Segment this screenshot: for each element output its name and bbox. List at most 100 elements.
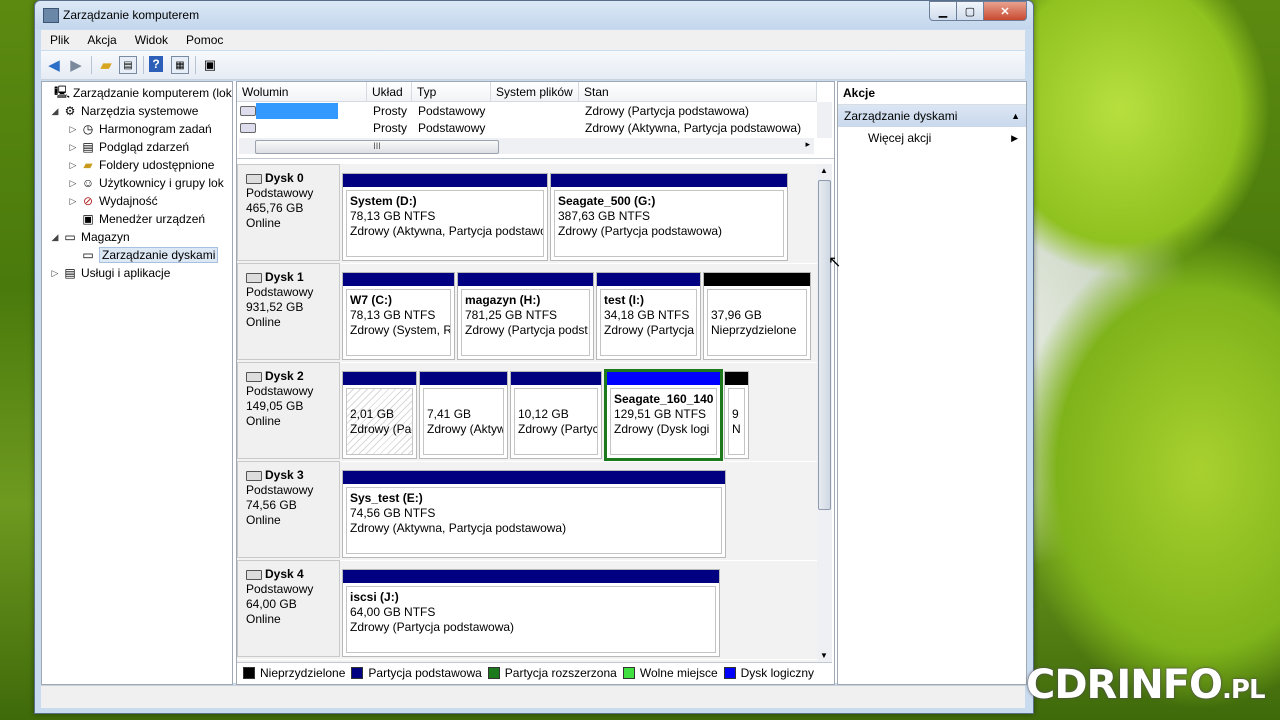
disk-map-vscrollbar[interactable]: ▲ ▼	[817, 164, 832, 662]
disk-icon	[246, 569, 262, 580]
minimize-button[interactable]: ▁	[929, 1, 957, 21]
collapsed-arrow-icon[interactable]: ▷	[68, 160, 78, 171]
collapse-arrow-icon[interactable]: ▲	[1011, 105, 1020, 127]
vscroll-thumb[interactable]	[818, 180, 831, 510]
tools-icon: ⚙	[64, 104, 76, 118]
disk-info[interactable]: Dysk 2 Podstawowy 149,05 GB Online	[237, 362, 340, 459]
logical-drive-block[interactable]: Seagate_160_140 129,51 GB NTFS Zdrowy (Dys…	[604, 369, 723, 461]
column-type[interactable]: Typ	[412, 82, 491, 102]
tree-item-local-users[interactable]: ▷ ☺ Użytkownicy i grupy lok	[68, 174, 224, 192]
column-filesystem[interactable]: System plików	[491, 82, 579, 102]
hscroll-thumb[interactable]: III	[255, 140, 499, 154]
disk-icon	[246, 173, 262, 184]
legend-item: Dysk logiczny	[723, 666, 814, 680]
device-manager-icon: ▣	[82, 212, 94, 226]
toolbar: ◀ ▶ ▰ ▤ ? ▦ ▣	[41, 51, 1025, 80]
console-tree: 🖳 Zarządzanie komputerem (loka ◢ ⚙ Narzędzi…	[41, 81, 233, 685]
menu-action[interactable]: Akcja	[78, 33, 125, 47]
legend-item: Partycja rozszerzona	[487, 666, 617, 680]
volume-list-vscrollbar[interactable]	[817, 102, 832, 138]
partition-block[interactable]: iscsi (J:) 64,00 GB NTFS Zdrowy (Partycja …	[342, 569, 720, 657]
users-icon: ☺	[81, 176, 95, 190]
disk-info[interactable]: Dysk 4 Podstawowy 64,00 GB Online	[237, 560, 340, 657]
partition-block[interactable]: Sys_test (E:) 74,56 GB NTFS Zdrowy (Aktywn…	[342, 470, 726, 558]
storage-icon: ▭	[64, 230, 76, 244]
expanded-arrow-icon[interactable]: ◢	[50, 106, 60, 117]
window-title: Zarządzanie komputerem	[63, 8, 200, 22]
tree-item-storage[interactable]: ◢ ▭ Magazyn	[50, 228, 130, 246]
volume-list-hscrollbar[interactable]: III ▸	[239, 138, 814, 154]
volume-layout: Prosty	[373, 104, 408, 118]
tree-item-system-tools[interactable]: ◢ ⚙ Narzędzia systemowe	[50, 102, 199, 120]
partition-block[interactable]: System (D:) 78,13 GB NTFS Zdrowy (Aktywna,…	[342, 173, 548, 261]
unallocated-block[interactable]: 9N	[724, 371, 749, 459]
collapsed-arrow-icon[interactable]: ▷	[50, 268, 60, 279]
tree-item-task-scheduler[interactable]: ▷ ◷ Harmonogram zadań	[68, 120, 212, 138]
volume-name-selected[interactable]	[256, 103, 338, 119]
menu-file[interactable]: Plik	[41, 33, 78, 47]
legend-item: Partycja podstawowa	[351, 666, 482, 680]
tree-item-performance[interactable]: ▷ ⊘ Wydajność	[68, 192, 158, 210]
partition-block[interactable]: magazyn (H:) 781,25 GB NTFS Zdrowy (Partyc…	[457, 272, 594, 360]
legend-item: Nieprzydzielone	[243, 666, 345, 680]
tree-item-device-manager[interactable]: ▣ Menedżer urządzeń	[68, 210, 205, 228]
volume-row[interactable]: Prosty Podstawowy Zdrowy (Partycja podst…	[237, 103, 817, 120]
volume-row[interactable]: Prosty Podstawowy Zdrowy (Aktywna, Party…	[237, 120, 817, 137]
disk-management-pane: Wolumin Układ Typ System plików Stan Pro…	[236, 81, 835, 685]
tree-item-disk-management[interactable]: ▭ Zarządzanie dyskami	[68, 246, 219, 264]
computer-icon: 🖳	[54, 84, 71, 99]
title-bar[interactable]: Zarządzanie komputerem ▁ ▢ ✕	[35, 1, 1033, 29]
column-layout[interactable]: Układ	[367, 82, 412, 102]
status-bar	[41, 685, 1025, 708]
tree-item-computer-management[interactable]: 🖳 Zarządzanie komputerem (loka	[42, 84, 232, 102]
disk-info[interactable]: Dysk 3 Podstawowy 74,56 GB Online	[237, 461, 340, 558]
legend-item: Wolne miejsce	[622, 666, 718, 680]
column-status[interactable]: Stan	[579, 82, 817, 102]
partition-block[interactable]: 10,12 GB Zdrowy (Partyc	[510, 371, 602, 459]
properties-icon[interactable]: ▦	[171, 56, 189, 74]
disk-info[interactable]: Dysk 0 Podstawowy 465,76 GB Online	[237, 164, 340, 261]
disk-info[interactable]: Dysk 1 Podstawowy 931,52 GB Online	[237, 263, 340, 360]
partition-block[interactable]: 7,41 GB Zdrowy (Aktyw	[419, 371, 508, 459]
volume-type: Podstawowy	[418, 121, 486, 135]
disk-icon	[246, 272, 262, 283]
refresh-icon[interactable]: ▣	[201, 56, 219, 74]
expanded-arrow-icon[interactable]: ◢	[50, 232, 60, 243]
close-button[interactable]: ✕	[983, 1, 1027, 21]
show-hide-tree-icon[interactable]: ▤	[119, 56, 137, 74]
menu-help[interactable]: Pomoc	[177, 33, 232, 47]
tree-item-services-apps[interactable]: ▷ ▤ Usługi i aplikacje	[50, 264, 171, 282]
partition-block[interactable]: Seagate_500 (G:) 387,63 GB NTFS Zdrowy (Pa…	[550, 173, 788, 261]
collapsed-arrow-icon[interactable]: ▷	[68, 142, 78, 153]
forward-arrow-icon[interactable]: ▶	[67, 56, 85, 74]
volume-list: Wolumin Układ Typ System plików Stan Pro…	[237, 82, 834, 159]
more-actions-item[interactable]: Więcej akcji ▶	[838, 127, 1026, 149]
collapsed-arrow-icon[interactable]: ▷	[68, 178, 78, 189]
scroll-up-arrow-icon[interactable]: ▲	[820, 166, 828, 175]
help-icon[interactable]: ?	[149, 56, 163, 72]
scroll-right-arrow-icon[interactable]: ▸	[805, 139, 810, 150]
up-folder-icon[interactable]: ▰	[97, 56, 115, 74]
clock-icon: ◷	[82, 122, 94, 136]
tree-item-event-viewer[interactable]: ▷ ▤ Podgląd zdarzeń	[68, 138, 190, 156]
unallocated-block[interactable]: 37,96 GB Nieprzydzielone	[703, 272, 811, 360]
scroll-down-arrow-icon[interactable]: ▼	[820, 651, 828, 660]
back-arrow-icon[interactable]: ◀	[45, 56, 63, 74]
collapsed-arrow-icon[interactable]: ▷	[68, 196, 78, 207]
menu-view[interactable]: Widok	[126, 33, 177, 47]
disk-row: Dysk 2 Podstawowy 149,05 GB Online 2,01 GB…	[237, 362, 817, 462]
partition-block[interactable]: W7 (C:) 78,13 GB NTFS Zdrowy (System, R	[342, 272, 455, 360]
computer-management-window: Zarządzanie komputerem ▁ ▢ ✕ Plik Akcja …	[34, 0, 1034, 714]
maximize-button[interactable]: ▢	[956, 1, 984, 21]
mouse-cursor-icon: ↖	[828, 254, 842, 271]
volume-status: Zdrowy (Partycja podstawowa)	[585, 104, 750, 118]
services-icon: ▤	[64, 266, 76, 280]
tree-item-shared-folders[interactable]: ▷ ▰ Foldery udostępnione	[68, 156, 215, 174]
actions-section-disk-management[interactable]: Zarządzanie dyskami ▲	[838, 105, 1026, 127]
partition-block[interactable]: 2,01 GB Zdrowy (Pa	[342, 371, 417, 459]
event-viewer-icon: ▤	[82, 140, 94, 154]
column-volume[interactable]: Wolumin	[237, 82, 367, 102]
partition-block[interactable]: test (I:) 34,18 GB NTFS Zdrowy (Partycja	[596, 272, 701, 360]
collapsed-arrow-icon[interactable]: ▷	[68, 124, 78, 135]
volume-status: Zdrowy (Aktywna, Partycja podstawowa)	[585, 121, 802, 135]
